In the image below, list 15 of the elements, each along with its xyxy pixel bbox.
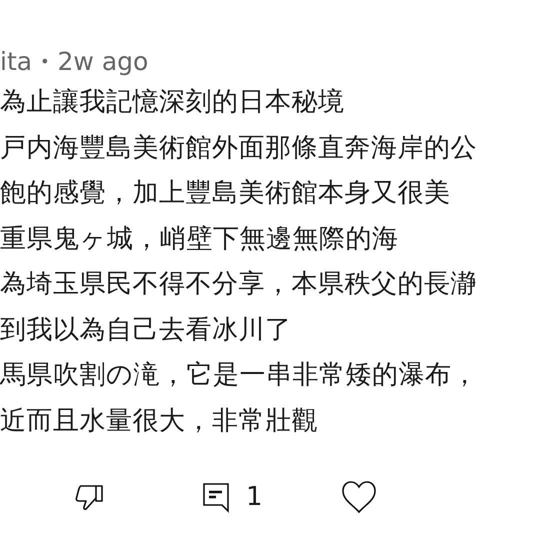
comment-line: 為埼玉県民不得不分享，本県秩父的長瀞 bbox=[0, 268, 478, 301]
separator-dot: • bbox=[40, 51, 50, 73]
comment-icon bbox=[202, 481, 230, 513]
post-time: 2w ago bbox=[58, 46, 148, 78]
comment-line: 為止讓我記憶深刻的日本秘境 bbox=[0, 86, 346, 119]
comment-line: 重県鬼ヶ城，峭壁下無邊無際的海 bbox=[0, 222, 400, 256]
comment-line: 戸内海豐島美術館外面那條直奔海岸的公 bbox=[0, 132, 478, 164]
username[interactable]: ita bbox=[0, 43, 32, 81]
comment-line: 近而且水量很大，非常壯觀 bbox=[0, 404, 319, 438]
comment-button[interactable]: 1 bbox=[202, 478, 263, 516]
comment-line: 馬県吹割の滝，它是一串非常矮的瀑布， bbox=[0, 359, 479, 392]
comment-line: 到我以為自己去看冰川了 bbox=[0, 314, 292, 346]
heart-icon bbox=[340, 480, 377, 514]
like-button[interactable] bbox=[340, 479, 377, 515]
comment-line: 飽的感覺，加上豐島美術館本身又很美 bbox=[0, 177, 452, 210]
